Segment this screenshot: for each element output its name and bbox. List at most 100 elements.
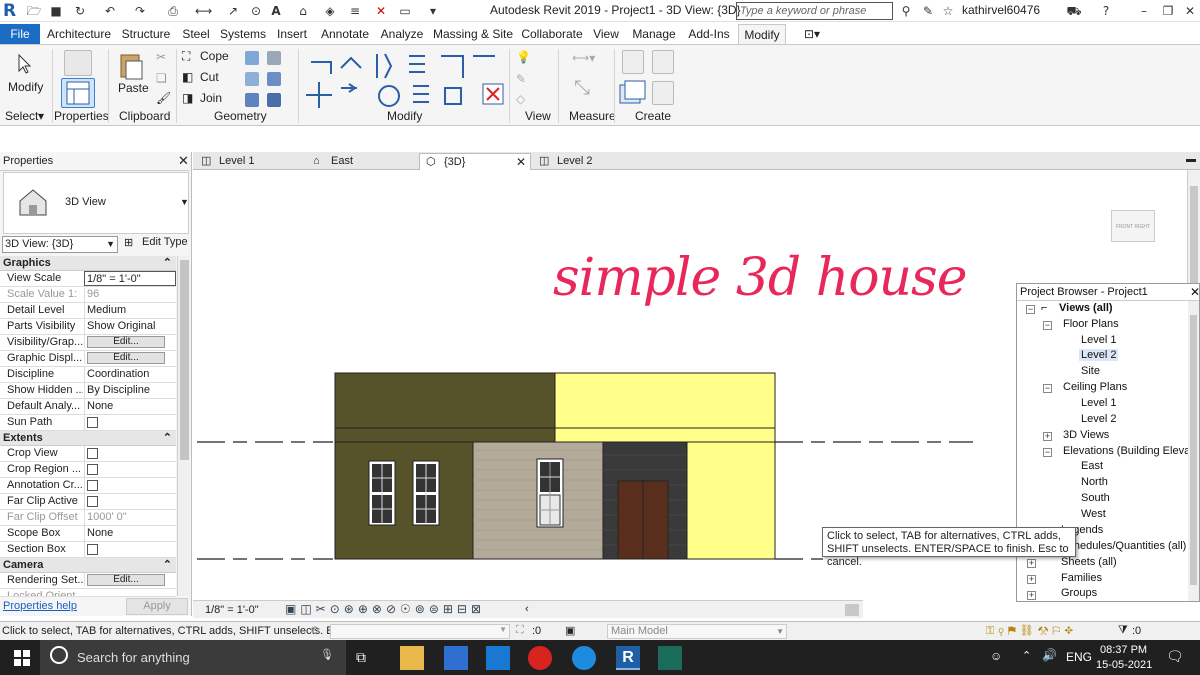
match-type-icon[interactable]: 🖌 xyxy=(156,91,171,105)
graphic-display-edit-button[interactable]: Edit... xyxy=(87,352,165,364)
prop-row[interactable]: Crop Region ... xyxy=(0,462,176,480)
annotation-crop-checkbox[interactable] xyxy=(87,480,98,491)
section-extents[interactable]: Extents ⌃ xyxy=(0,431,176,446)
edge-icon[interactable] xyxy=(572,646,596,670)
store-icon[interactable] xyxy=(444,646,468,670)
dimension-tool-icon[interactable]: ⤡ xyxy=(574,77,590,100)
close-hidden-icon[interactable]: ✕ xyxy=(373,3,389,19)
tab-analyze[interactable]: Analyze xyxy=(378,24,426,44)
thin-lines-icon[interactable]: ≡ xyxy=(347,3,363,19)
tab-file[interactable]: File xyxy=(0,24,40,44)
prop-row[interactable]: Parts Visibility Show Original xyxy=(0,319,176,335)
tree-east[interactable]: East xyxy=(1081,460,1103,472)
prop-row[interactable]: Default Analy... None xyxy=(0,399,176,415)
prop-row[interactable]: Detail Level Medium xyxy=(0,303,176,319)
tree-north[interactable]: North xyxy=(1081,476,1108,488)
panel-select[interactable]: Select xyxy=(5,109,38,123)
paint-icon[interactable] xyxy=(245,72,259,86)
cut-button[interactable]: Cut xyxy=(200,70,219,84)
tree-sheets[interactable]: Sheets (all) xyxy=(1061,556,1117,568)
tab-level-2[interactable]: ◫ Level 2 xyxy=(533,153,641,170)
browser-close-icon[interactable]: ✕ xyxy=(1190,285,1200,299)
sun-path-checkbox[interactable] xyxy=(87,417,98,428)
tree-ceiling-level-1[interactable]: Level 1 xyxy=(1081,397,1116,409)
tab-level-1[interactable]: ◫ Level 1 xyxy=(195,153,301,170)
tree-floor-level-2[interactable]: Level 2 xyxy=(1079,349,1119,361)
properties-button[interactable] xyxy=(61,78,95,108)
tab-annotate[interactable]: Annotate xyxy=(318,24,372,44)
revit-taskbar-icon[interactable]: R xyxy=(616,646,640,670)
clock-date[interactable]: 15-05-2021 xyxy=(1096,659,1152,671)
create-parts-icon[interactable] xyxy=(652,50,674,74)
remove-paint-icon[interactable] xyxy=(245,93,259,107)
copy-clip-icon[interactable]: ❏ xyxy=(156,71,167,85)
dimension-icon[interactable]: ↗ xyxy=(225,3,241,19)
collapse-floor-plans-icon[interactable]: − xyxy=(1043,321,1052,330)
search-input[interactable]: Type a keyword or phrase xyxy=(736,2,893,20)
filter-icon[interactable]: ⧩ xyxy=(1118,624,1128,637)
workset-icon[interactable]: ⚙ xyxy=(310,624,320,637)
linework-icon[interactable]: ◇ xyxy=(516,92,525,106)
tab-structure[interactable]: Structure xyxy=(118,24,174,44)
restore-icon[interactable]: ❐ xyxy=(1160,3,1176,19)
prop-row[interactable]: Crop View xyxy=(0,446,176,464)
apply-button[interactable]: Apply xyxy=(126,598,188,615)
instance-selector[interactable]: 3D View: {3D} ▼ xyxy=(2,236,118,253)
cope-icon[interactable]: ⛶ xyxy=(182,49,190,64)
paste-icon[interactable] xyxy=(118,51,144,81)
save-icon[interactable]: ■ xyxy=(48,3,64,19)
view-scale-field[interactable]: 1/8" = 1'-0" xyxy=(84,271,176,286)
cut-geometry-icon[interactable]: ◧ xyxy=(182,70,193,84)
properties-close-icon[interactable]: ✕ xyxy=(178,153,189,169)
subscription-icon[interactable]: ✎ xyxy=(920,3,936,19)
tree-3d-views[interactable]: 3D Views xyxy=(1063,429,1109,441)
tab-manage[interactable]: Manage xyxy=(630,24,678,44)
tray-chevron-icon[interactable]: ⌃ xyxy=(1022,649,1031,662)
prop-value[interactable]: None xyxy=(84,526,176,541)
demolish-icon[interactable] xyxy=(267,72,281,86)
user-name[interactable]: kathirvel60476 xyxy=(962,3,1040,17)
prop-row[interactable]: Visibility/Grap... Edit... xyxy=(0,335,176,351)
prop-row[interactable]: Far Clip Active xyxy=(0,494,176,512)
type-properties-icon[interactable] xyxy=(64,50,92,76)
tab-menu-icon[interactable]: ▬ xyxy=(1186,154,1196,165)
rendering-edit-button[interactable]: Edit... xyxy=(87,574,165,586)
tab-east[interactable]: ⌂ East xyxy=(307,153,415,170)
tab-architecture[interactable]: Architecture xyxy=(44,24,114,44)
file-explorer-icon[interactable] xyxy=(400,646,424,670)
prop-row[interactable]: Discipline Coordination xyxy=(0,367,176,383)
cope-button[interactable]: Cope xyxy=(200,49,229,63)
camtasia-icon[interactable] xyxy=(658,646,682,670)
browser-scrollbar[interactable] xyxy=(1188,301,1199,601)
default-3d-icon[interactable]: ⌂ xyxy=(295,3,311,19)
task-view-icon[interactable]: ⧉ xyxy=(356,649,366,666)
minimize-icon[interactable]: – xyxy=(1136,3,1152,19)
hide-icon[interactable]: 💡 xyxy=(516,50,531,64)
tree-floor-level-1[interactable]: Level 1 xyxy=(1081,334,1116,346)
cut-clip-icon[interactable]: ✂ xyxy=(156,50,166,64)
revit-logo[interactable]: R xyxy=(3,1,16,21)
join-button[interactable]: Join xyxy=(200,91,222,105)
contextual-options-icon[interactable]: ⊡▾ xyxy=(800,24,824,44)
prop-row[interactable]: Show Hidden ... By Discipline xyxy=(0,383,176,399)
open-icon[interactable]: 🗁 xyxy=(26,3,42,19)
tab-steel[interactable]: Steel xyxy=(178,24,214,44)
prop-row[interactable]: View Scale 1/8" = 1'-0" xyxy=(0,271,176,287)
section-icon[interactable]: ◈ xyxy=(322,3,338,19)
prop-value[interactable]: Medium xyxy=(84,303,176,318)
expand-groups-icon[interactable]: + xyxy=(1027,591,1036,600)
tree-views-all[interactable]: Views (all) xyxy=(1059,302,1113,314)
tree-site[interactable]: Site xyxy=(1081,365,1100,377)
tree-groups[interactable]: Groups xyxy=(1061,587,1097,599)
join-icon[interactable]: ◨ xyxy=(182,91,193,105)
section-box-checkbox[interactable] xyxy=(87,544,98,555)
prop-value[interactable]: None xyxy=(84,399,176,414)
prop-value[interactable]: Show Original xyxy=(84,319,176,334)
clock-time[interactable]: 08:37 PM xyxy=(1100,644,1147,656)
view-scale-button[interactable]: 1/8" = 1'-0" xyxy=(205,604,259,616)
tab-systems[interactable]: Systems xyxy=(218,24,268,44)
tree-ceiling-level-2[interactable]: Level 2 xyxy=(1081,413,1116,425)
create-assembly-icon[interactable] xyxy=(622,50,644,74)
tree-ceiling-plans[interactable]: Ceiling Plans xyxy=(1063,381,1127,393)
switch-windows-icon[interactable]: ▭ xyxy=(397,3,413,19)
